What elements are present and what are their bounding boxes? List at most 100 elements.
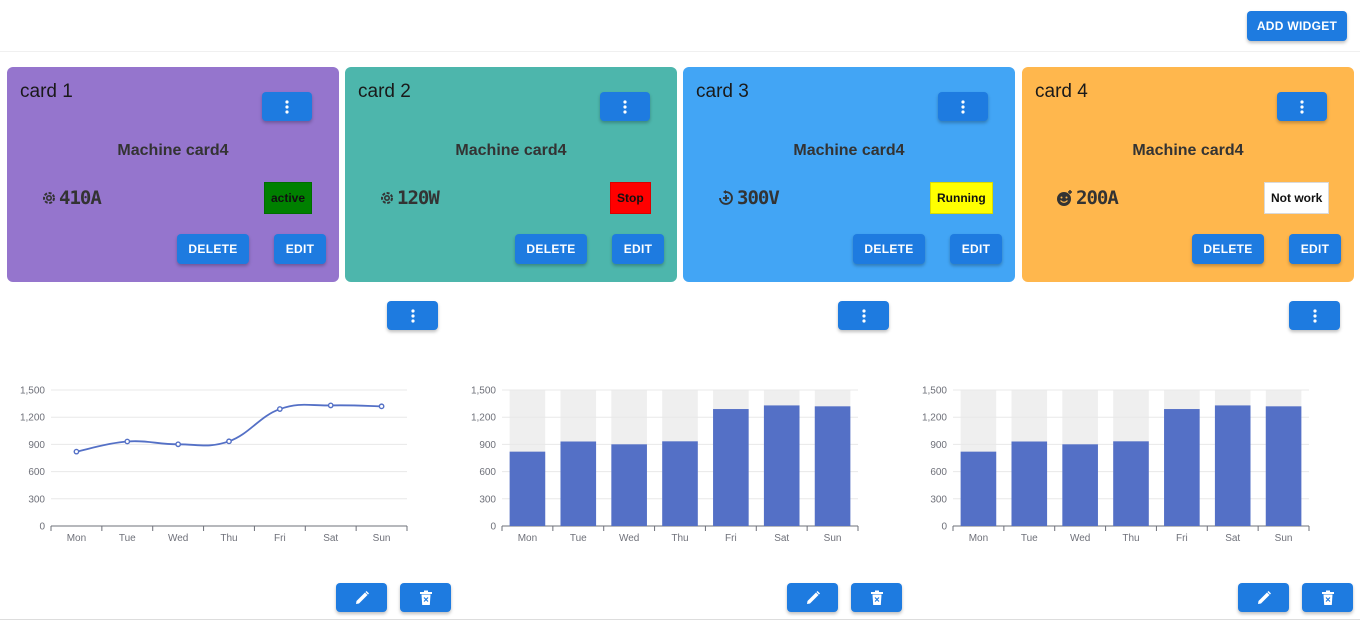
delete-button[interactable]: DELETE bbox=[1192, 234, 1264, 264]
delete-icon bbox=[870, 590, 883, 605]
gauge-icon bbox=[719, 190, 733, 205]
x-tick-label: Mon bbox=[518, 533, 537, 544]
y-tick-label: 600 bbox=[479, 467, 496, 478]
x-tick-label: Sun bbox=[1275, 533, 1293, 544]
edit-button[interactable]: EDIT bbox=[1289, 234, 1341, 264]
delete-button[interactable]: DELETE bbox=[515, 234, 587, 264]
y-tick-label: 900 bbox=[479, 440, 496, 451]
widget-menu-button[interactable] bbox=[838, 301, 889, 330]
card-reading: 120W bbox=[379, 185, 440, 211]
x-tick-label: Sat bbox=[774, 533, 789, 544]
bar bbox=[960, 451, 997, 526]
edit-icon bbox=[355, 590, 369, 604]
card-menu-button[interactable] bbox=[262, 92, 312, 121]
machine-card: card 3 Machine card4 300V Running DELETE EDIT bbox=[683, 67, 1015, 282]
widget-edit-button[interactable] bbox=[336, 583, 387, 612]
x-tick-label: Sun bbox=[824, 533, 842, 544]
y-tick-label: 300 bbox=[479, 494, 496, 505]
card-title: card 1 bbox=[20, 81, 73, 102]
widget-delete-button[interactable] bbox=[400, 583, 451, 612]
bar bbox=[1265, 406, 1302, 526]
x-tick-label: Tue bbox=[570, 533, 587, 544]
x-tick-label: Tue bbox=[1021, 533, 1038, 544]
delete-button[interactable]: DELETE bbox=[177, 234, 249, 264]
widget-delete-button[interactable] bbox=[851, 583, 902, 612]
card-heading: Machine card4 bbox=[117, 142, 229, 159]
emoji-icon bbox=[1057, 190, 1072, 206]
y-tick-label: 1,200 bbox=[922, 413, 947, 424]
bar bbox=[509, 451, 546, 526]
more-vert-icon bbox=[410, 308, 415, 323]
line-chart: 0 300 600 900 1,200 1,500 Mon Tue Wed Thu Fri Sat Su… bbox=[20, 386, 408, 544]
x-tick-label: Sat bbox=[323, 533, 338, 544]
x-tick-label: Fri bbox=[725, 533, 737, 544]
delete-icon bbox=[419, 590, 432, 605]
data-point bbox=[175, 441, 182, 448]
status-badge: Not work bbox=[1264, 182, 1330, 214]
widget-menu-button[interactable] bbox=[1289, 301, 1340, 330]
y-tick-label: 0 bbox=[941, 522, 947, 533]
y-tick-label: 1,200 bbox=[20, 413, 45, 424]
edit-button[interactable]: EDIT bbox=[274, 234, 326, 264]
bar bbox=[763, 405, 800, 526]
card-title: card 3 bbox=[696, 81, 749, 102]
y-tick-label: 1,500 bbox=[20, 386, 45, 397]
more-vert-icon bbox=[1312, 308, 1317, 323]
x-tick-label: Sat bbox=[1225, 533, 1240, 544]
x-tick-label: Fri bbox=[274, 533, 286, 544]
edit-icon bbox=[1257, 590, 1271, 604]
add-widget-button[interactable]: ADD WIDGET bbox=[1247, 11, 1347, 41]
edit-icon bbox=[806, 590, 820, 604]
bar bbox=[1214, 405, 1251, 526]
bar-chart: 0 300 600 900 1,200 1,500 Mon Tue Wed Thu Fri Sat Su… bbox=[471, 386, 859, 544]
y-tick-label: 600 bbox=[930, 467, 947, 478]
bar bbox=[1164, 409, 1200, 526]
reading-value: 200A bbox=[1076, 187, 1119, 209]
data-point bbox=[378, 403, 385, 410]
y-tick-label: 600 bbox=[28, 467, 45, 478]
delete-button[interactable]: DELETE bbox=[853, 234, 925, 264]
edit-button[interactable]: EDIT bbox=[950, 234, 1002, 264]
data-point bbox=[276, 406, 283, 412]
edit-button[interactable]: EDIT bbox=[612, 234, 664, 264]
widget-edit-button[interactable] bbox=[787, 583, 838, 612]
reading-value: 300V bbox=[737, 187, 780, 209]
widget-menu-button[interactable] bbox=[387, 301, 438, 330]
y-tick-label: 900 bbox=[930, 440, 947, 451]
card-heading: Machine card4 bbox=[1132, 142, 1244, 159]
bar-chart: 0 300 600 900 1,200 1,500 Mon Tue Wed Thu Fri Sat Su… bbox=[922, 386, 1310, 544]
y-tick-label: 1,500 bbox=[471, 386, 496, 397]
card-menu-button[interactable] bbox=[1277, 92, 1327, 121]
data-point bbox=[124, 438, 131, 445]
y-tick-label: 0 bbox=[490, 522, 496, 533]
x-tick-label: Thu bbox=[671, 533, 688, 544]
card-reading: 410A bbox=[41, 185, 102, 211]
card-title: card 2 bbox=[358, 81, 411, 102]
machine-card: card 2 Machine card4 120W Stop DELETE EDIT bbox=[345, 67, 677, 282]
y-tick-label: 0 bbox=[39, 522, 45, 533]
y-tick-label: 300 bbox=[930, 494, 947, 505]
top-toolbar: ADD WIDGET bbox=[0, 0, 1360, 52]
bar bbox=[1113, 441, 1149, 526]
bar bbox=[1011, 441, 1048, 526]
widget-delete-button[interactable] bbox=[1302, 583, 1353, 612]
card-reading: 300V bbox=[717, 185, 780, 211]
bar bbox=[814, 406, 851, 526]
x-tick-label: Fri bbox=[1176, 533, 1188, 544]
card-menu-button[interactable] bbox=[938, 92, 988, 121]
gear-icon bbox=[43, 192, 55, 204]
data-point bbox=[226, 438, 232, 445]
bar bbox=[560, 441, 597, 526]
card-menu-button[interactable] bbox=[600, 92, 650, 121]
y-tick-label: 300 bbox=[28, 494, 45, 505]
machine-card: card 1 Machine card4 410A active DELETE EDIT bbox=[7, 67, 339, 282]
delete-icon bbox=[1321, 590, 1334, 605]
more-vert-icon bbox=[623, 99, 627, 114]
card-title: card 4 bbox=[1035, 81, 1088, 102]
x-tick-label: Thu bbox=[220, 533, 237, 544]
y-tick-label: 1,500 bbox=[922, 386, 947, 397]
widget-edit-button[interactable] bbox=[1238, 583, 1289, 612]
more-vert-icon bbox=[285, 99, 289, 114]
x-tick-label: Mon bbox=[67, 533, 86, 544]
x-tick-label: Wed bbox=[168, 533, 188, 544]
